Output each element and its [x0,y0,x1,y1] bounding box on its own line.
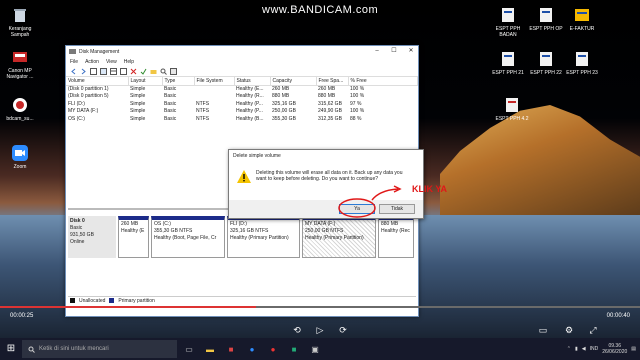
rewind-10-icon[interactable]: ⟲ [290,325,304,336]
edge-icon[interactable]: ● [243,340,261,358]
start-button[interactable]: ⊞ [0,338,22,360]
excel-icon[interactable]: ■ [285,340,303,358]
action-center-icon[interactable]: ▤ [631,346,636,352]
annotation-arrow [371,188,399,201]
search-icon [28,346,35,353]
taskbar-search[interactable]: Ketik di sini untuk mencari [22,340,177,358]
bandicam-taskbar-icon[interactable]: ● [264,340,282,358]
clock-date: 26/06/2020 [602,349,628,355]
language-indicator[interactable]: IND [590,346,599,352]
taskbar-search-placeholder: Ketik di sini untuk mencari [39,346,109,352]
settings-icon[interactable]: ⚙ [562,325,576,336]
network-icon[interactable]: ▮ [575,346,578,352]
forward-10-icon[interactable]: ⟳ [336,325,350,336]
fullscreen-icon[interactable]: ⤢ [586,325,600,336]
file-explorer-icon[interactable]: ▬ [201,340,219,358]
play-icon[interactable]: ▷ [313,325,327,336]
video-seek-progress [0,306,256,308]
annotation-text: KLIK YA [412,184,448,194]
video-total-time: 00:00:40 [606,313,630,319]
taskbar: ⊞ Ketik di sini untuk mencari ▭ ▬ ■ ● ● … [0,338,640,360]
notification-chevron-icon[interactable]: ⌃ [567,346,571,352]
cast-icon[interactable]: ▭ [536,325,550,336]
taskbar-clock[interactable]: 09.36 26/06/2020 [602,343,627,355]
disk-management-taskbar-icon[interactable]: ▣ [306,340,324,358]
video-elapsed-time: 00:00:25 [10,313,34,319]
task-view-icon[interactable]: ▭ [180,340,198,358]
annotation-circle [338,198,376,218]
system-tray: ⌃ ▮ ◀ IND 09.36 26/06/2020 ▤ [567,343,640,355]
volume-icon[interactable]: ◀ [582,346,586,352]
video-seek-bar[interactable] [0,306,640,308]
taskbar-app-icon[interactable]: ■ [222,340,240,358]
